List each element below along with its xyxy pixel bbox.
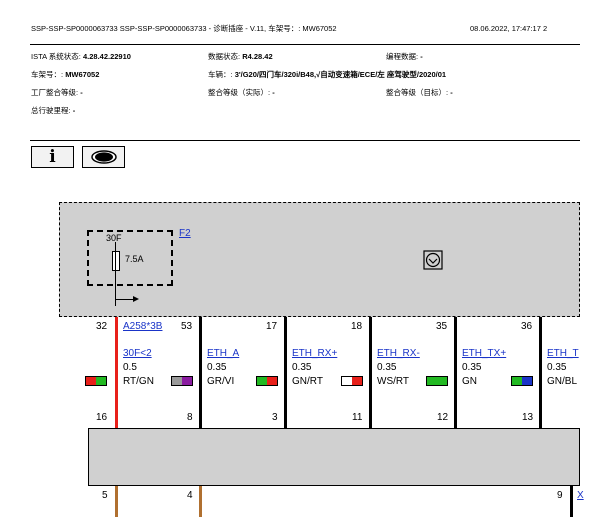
wire [454, 317, 457, 428]
pin-bottom: 8 [187, 412, 193, 423]
arrow-line [115, 299, 135, 300]
wire [570, 486, 573, 517]
wire-color-swatch [426, 376, 448, 386]
fuse-rating: 7.5A [125, 254, 144, 264]
pin-top: 36 [521, 321, 533, 332]
wire [539, 317, 542, 428]
wire-size: 0.5 [123, 362, 137, 373]
ground-symbol-icon [423, 250, 443, 270]
fuse-terminal-label: 30F [106, 233, 122, 243]
wire [284, 317, 287, 428]
wire-size: 0.35 [462, 362, 482, 373]
wire-color-swatch [341, 376, 363, 386]
pin-top: 18 [351, 321, 363, 332]
wire-color-swatch [85, 376, 107, 386]
wire-color-code: RT/GN [123, 376, 154, 387]
connector-link[interactable]: A258*3B [123, 321, 162, 332]
programming-data: 编程数据: - [386, 52, 423, 61]
info-button[interactable]: i [31, 146, 74, 168]
document-datetime: 08.06.2022, 17:47:17 2 [470, 24, 548, 33]
wire-color-code: GR/VI [207, 376, 235, 387]
header-divider [30, 44, 580, 45]
wire [369, 317, 372, 428]
pin-lower: 4 [187, 490, 193, 501]
wire-color-swatch [511, 376, 533, 386]
pin-bottom: 13 [522, 412, 534, 423]
arrow-right-icon [133, 296, 139, 302]
wire-size: 0.35 [377, 362, 397, 373]
ista-status: ISTA 系统状态: 4.28.42.22910 [31, 52, 131, 61]
frame-number: 车架号：: MW67052 [31, 70, 100, 79]
wire [199, 317, 202, 428]
view-button[interactable] [82, 146, 125, 168]
fuse-symbol-icon [112, 251, 120, 271]
wire-brown [115, 486, 118, 517]
pin-bottom: 12 [437, 412, 449, 423]
vehicle-info: 车辆：: 3'/G20/四门车/320i/B48,√自动变速箱/ECE/左 座驾… [208, 70, 447, 79]
eye-icon [90, 150, 117, 164]
pin-lower: 9 [557, 490, 563, 501]
signal-name-link[interactable]: ETH_TX+ [462, 348, 506, 359]
fuse-connector-line [115, 282, 116, 306]
pin-top: 17 [266, 321, 278, 332]
wire-size: 0.35 [547, 362, 567, 373]
pin-lower: 5 [102, 490, 108, 501]
signal-name-link[interactable]: ETH_T [547, 348, 579, 359]
pin-top: 53 [181, 321, 193, 332]
info-icon: i [49, 146, 56, 167]
integration-target: 整合等级（目标）: - [386, 88, 453, 97]
pin-top: 35 [436, 321, 448, 332]
wire-color-swatch [256, 376, 278, 386]
pin-top: 32 [96, 321, 108, 332]
wire-brown [199, 486, 202, 517]
lower-connector-link[interactable]: X [577, 490, 584, 501]
signal-name-link[interactable]: ETH_A [207, 348, 239, 359]
data-status: 数据状态: R4.28.42 [208, 52, 273, 61]
document-title: SSP-SSP-SP0000063733 SSP-SSP-SP000006373… [31, 24, 337, 33]
signal-name-link[interactable]: 30F<2 [123, 348, 152, 359]
wire-size: 0.35 [292, 362, 312, 373]
fuse-line [115, 242, 116, 282]
wire-size: 0.35 [207, 362, 227, 373]
fuse-link[interactable]: F2 [179, 228, 191, 239]
wire-red [115, 317, 118, 428]
total-mileage: 总行驶里程: - [31, 106, 76, 115]
wire-color-swatch [171, 376, 193, 386]
signal-name-link[interactable]: ETH_RX+ [292, 348, 337, 359]
signal-name-link[interactable]: ETH_RX- [377, 348, 420, 359]
toolbar-divider [30, 140, 580, 141]
wire-color-code: GN/BL [547, 376, 578, 387]
wire-color-code: GN [462, 376, 477, 387]
pin-bottom: 11 [352, 412, 363, 423]
component-lower-box [88, 428, 580, 486]
pin-bottom: 16 [96, 412, 108, 423]
factory-integration: 工厂整合等级: - [31, 88, 83, 97]
pin-bottom: 3 [272, 412, 278, 423]
integration-actual: 整合等级（实际）: - [208, 88, 275, 97]
wire-color-code: GN/RT [292, 376, 323, 387]
wire-color-code: WS/RT [377, 376, 410, 387]
